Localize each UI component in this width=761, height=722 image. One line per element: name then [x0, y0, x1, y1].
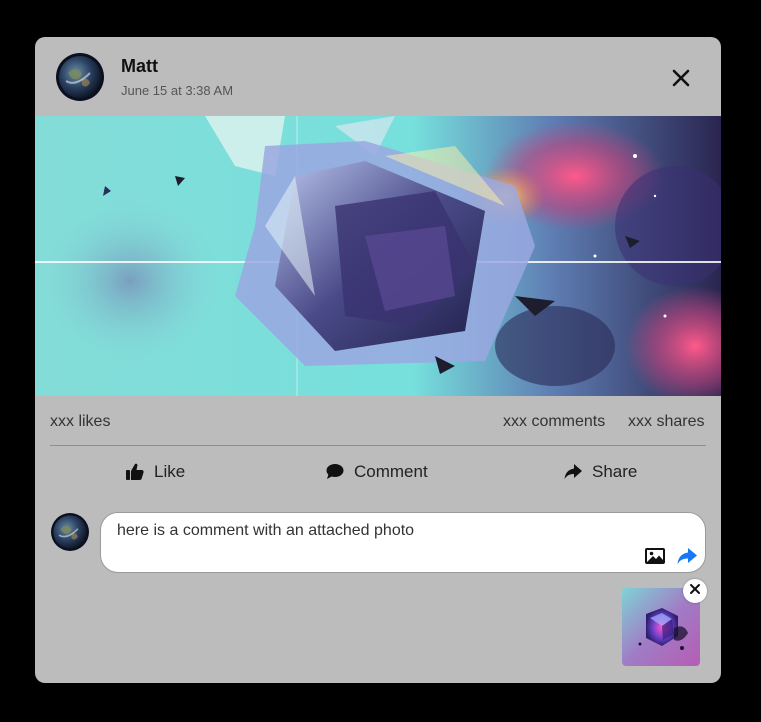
close-icon[interactable]: [669, 66, 693, 90]
post-modal: Matt June 15 at 3:38 AM xxx likes xxx co…: [35, 37, 721, 683]
like-button[interactable]: Like: [125, 459, 185, 485]
comments-count[interactable]: xxx comments: [503, 413, 605, 431]
share-arrow-icon: [563, 462, 583, 482]
remove-attachment-button[interactable]: [683, 579, 707, 603]
author-name[interactable]: Matt: [121, 56, 158, 77]
commenter-avatar: [51, 513, 89, 551]
comment-label: Comment: [354, 462, 428, 481]
share-label: Share: [592, 462, 638, 481]
share-button[interactable]: Share: [563, 459, 637, 485]
stats-divider: [50, 445, 706, 446]
send-arrow-icon[interactable]: [676, 546, 698, 571]
image-icon[interactable]: [644, 546, 666, 571]
comment-input-text[interactable]: here is a comment with an attached photo: [117, 522, 414, 540]
shares-count[interactable]: xxx shares: [628, 413, 704, 431]
speech-bubble-icon: [325, 462, 345, 482]
likes-count[interactable]: xxx likes: [50, 413, 110, 431]
thumbs-up-icon: [125, 462, 145, 482]
like-label: Like: [154, 462, 186, 481]
post-timestamp[interactable]: June 15 at 3:38 AM: [121, 83, 233, 98]
comment-input[interactable]: here is a comment with an attached photo: [100, 512, 706, 573]
post-image[interactable]: [35, 116, 721, 396]
author-avatar[interactable]: [56, 53, 104, 101]
close-icon: [689, 582, 701, 600]
comment-button[interactable]: Comment: [325, 459, 428, 485]
